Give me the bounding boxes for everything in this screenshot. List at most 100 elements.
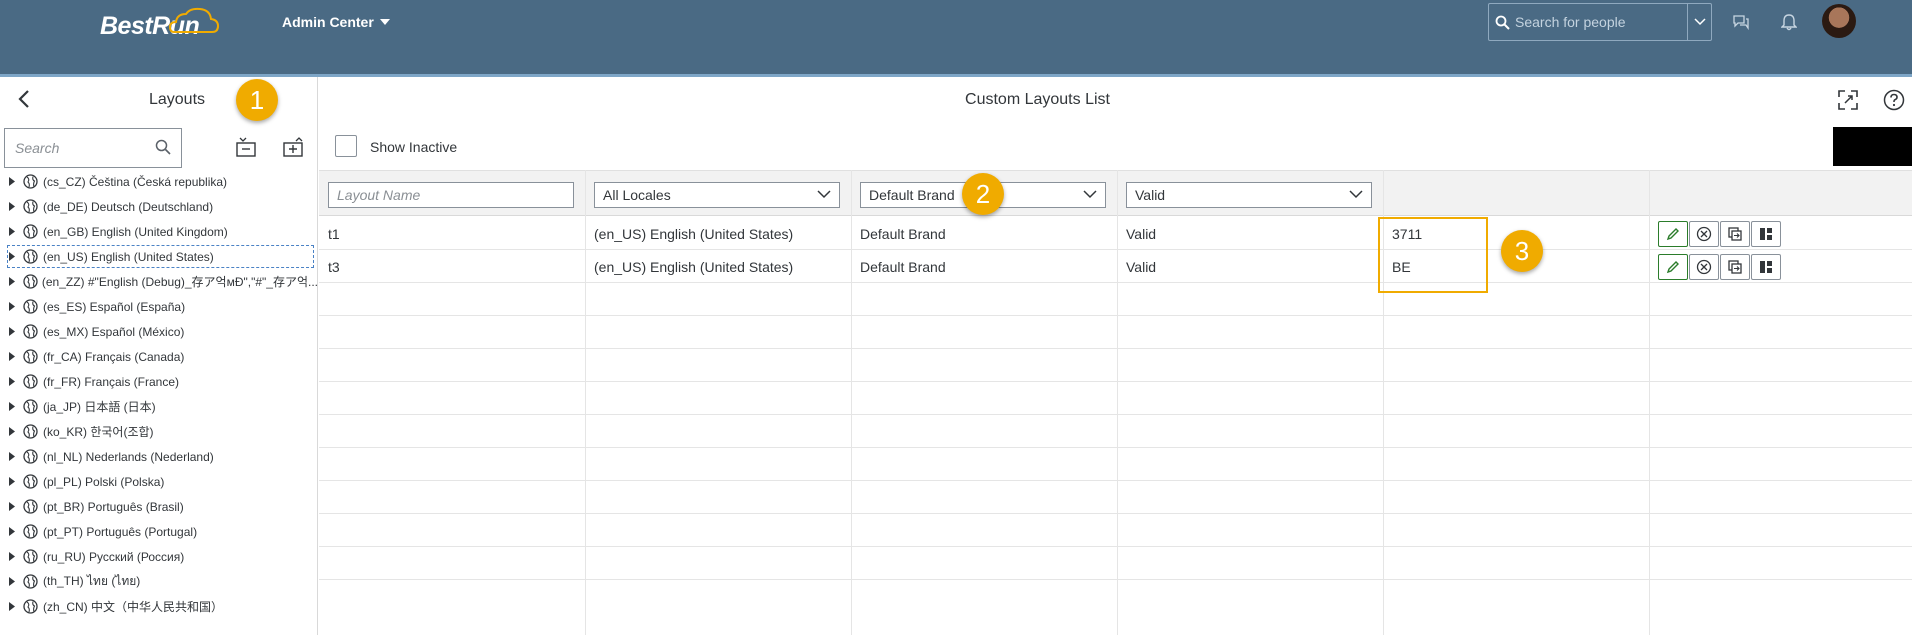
help-button[interactable] <box>1881 87 1907 113</box>
tree-item-locale[interactable]: (ja_JP) 日本語 (日本) <box>0 394 318 419</box>
page-title: Custom Layouts List <box>965 91 1110 108</box>
tree-item-locale[interactable]: (en_GB) English (United Kingdom) <box>0 219 318 244</box>
show-inactive-checkbox[interactable] <box>335 135 357 157</box>
status-filter-value: Valid <box>1135 187 1166 203</box>
tree-item-locale[interactable]: (th_TH) ไทย (ไทย) <box>0 569 318 594</box>
expand-caret-icon[interactable] <box>9 377 21 386</box>
tree-item-label: (cs_CZ) Čeština (Česká republika) <box>43 174 228 189</box>
people-search-input[interactable] <box>1515 14 1675 30</box>
layout-search-field[interactable] <box>4 128 182 168</box>
tree-item-locale[interactable]: (fr_CA) Français (Canada) <box>0 344 318 369</box>
globe-icon <box>23 574 39 590</box>
expand-caret-icon[interactable] <box>9 452 21 461</box>
expand-caret-icon[interactable] <box>9 602 21 611</box>
toolbar-action-button[interactable] <box>1833 127 1912 166</box>
layouts-table: All Locales Default Brand Valid 2 t1 (en_… <box>319 170 1912 635</box>
cell-status: Valid <box>1126 226 1157 242</box>
deactivate-layout-button[interactable] <box>1689 254 1719 280</box>
bell-icon[interactable] <box>1779 12 1799 32</box>
status-filter-select[interactable]: Valid <box>1126 182 1372 208</box>
layout-layout-button[interactable] <box>1751 254 1781 280</box>
column-divider <box>851 170 852 635</box>
locale-filter-select[interactable]: All Locales <box>594 182 840 208</box>
globe-icon <box>22 274 38 290</box>
chevron-down-icon <box>1349 190 1363 199</box>
tree-item-label: (es_MX) Español (México) <box>43 324 185 339</box>
expand-caret-icon[interactable] <box>9 177 21 186</box>
admin-center-menu[interactable]: Admin Center <box>282 14 390 30</box>
layouts-panel-header: Layouts 1 <box>0 77 318 125</box>
avatar[interactable] <box>1822 4 1856 38</box>
expand-caret-icon[interactable] <box>9 502 21 511</box>
layout-icon <box>1759 227 1773 241</box>
app-title-label: Admin Center <box>282 14 374 30</box>
cell-name: t1 <box>328 226 340 242</box>
tree-item-locale[interactable]: (pt_PT) Português (Portugal) <box>0 519 318 544</box>
tree-item-locale[interactable]: (zh_CN) 中文（中华人民共和国） <box>0 594 318 619</box>
expand-caret-icon[interactable] <box>9 202 21 211</box>
search-scope-dropdown[interactable] <box>1687 4 1711 40</box>
cell-locale: (en_US) English (United States) <box>594 259 794 275</box>
tree-item-locale[interactable]: (es_MX) Español (México) <box>0 319 318 344</box>
tree-item-locale[interactable]: (en_US) English (United States) <box>6 244 315 269</box>
expand-caret-icon[interactable] <box>9 427 21 436</box>
copy-layout-button[interactable] <box>1720 254 1750 280</box>
expand-caret-icon[interactable] <box>9 577 21 586</box>
copy-icon <box>1727 259 1743 275</box>
tree-item-label: (ko_KR) 한국어(조합) <box>43 425 154 439</box>
layout-name-filter[interactable] <box>328 182 574 208</box>
cell-locale: (en_US) English (United States) <box>594 226 794 242</box>
tree-item-locale[interactable]: (de_DE) Deutsch (Deutschland) <box>0 194 318 219</box>
layout-search-input[interactable] <box>15 140 155 156</box>
table-row <box>319 382 1912 415</box>
tree-item-locale[interactable]: (fr_FR) Français (France) <box>0 369 318 394</box>
expand-all-button[interactable] <box>279 133 307 161</box>
globe-icon <box>23 549 39 565</box>
table-row[interactable]: t1 (en_US) English (United States) Default… <box>319 217 1912 250</box>
expand-caret-icon[interactable] <box>9 327 21 336</box>
people-search-field[interactable] <box>1488 3 1712 41</box>
tree-item-label: (th_TH) ไทย (ไทย) <box>43 574 141 588</box>
show-inactive-label[interactable]: Show Inactive <box>370 139 457 155</box>
help-icon <box>1883 89 1905 111</box>
expand-caret-icon[interactable] <box>9 552 21 561</box>
cell-brand: Default Brand <box>860 226 946 242</box>
tree-item-locale[interactable]: (cs_CZ) Čeština (Česká republika) <box>0 169 318 194</box>
edit-layout-button[interactable] <box>1658 221 1688 247</box>
tree-item-locale[interactable]: (pt_BR) Português (Brasil) <box>0 494 318 519</box>
tree-item-label: (es_ES) Español (España) <box>43 299 186 314</box>
expand-caret-icon[interactable] <box>9 477 21 486</box>
globe-icon <box>23 449 39 465</box>
custom-layouts-panel: Custom Layouts List Show Inactive All Lo… <box>319 77 1912 635</box>
table-row[interactable]: t3 (en_US) English (United States) Default… <box>319 250 1912 283</box>
expand-caret-icon[interactable] <box>9 227 21 236</box>
tree-item-locale[interactable]: (ko_KR) 한국어(조합) <box>0 419 318 444</box>
tree-item-locale[interactable]: (es_ES) Español (España) <box>0 294 318 319</box>
table-row <box>319 349 1912 382</box>
layout-layout-button[interactable] <box>1751 221 1781 247</box>
layout-name-filter-input[interactable] <box>337 187 527 203</box>
expand-caret-icon[interactable] <box>9 352 21 361</box>
layouts-panel: Layouts 1 (cs_CZ) Čeština (Česká republi… <box>0 77 318 635</box>
collapse-all-button[interactable] <box>232 133 260 161</box>
expand-caret-icon[interactable] <box>9 277 21 286</box>
tree-item-locale[interactable]: (ru_RU) Русский (Россия) <box>0 544 318 569</box>
tree-item-locale[interactable]: (en_ZZ) #"English (Debug)_存ア억мÐ","#"_存ア억… <box>0 269 318 294</box>
expand-caret-icon[interactable] <box>9 302 21 311</box>
copy-layout-button[interactable] <box>1720 221 1750 247</box>
deactivate-layout-button[interactable] <box>1689 221 1719 247</box>
chat-icon[interactable] <box>1731 12 1751 32</box>
chevron-down-icon <box>817 190 831 199</box>
fullscreen-button[interactable] <box>1835 87 1861 113</box>
layouts-title: Layouts <box>148 91 206 108</box>
search-icon[interactable] <box>155 139 171 158</box>
edit-layout-button[interactable] <box>1658 254 1688 280</box>
expand-caret-icon[interactable] <box>9 402 21 411</box>
expand-caret-icon[interactable] <box>9 527 21 536</box>
tree-item-locale[interactable]: (nl_NL) Nederlands (Nederland) <box>0 444 318 469</box>
tree-item-locale[interactable]: (pl_PL) Polski (Polska) <box>0 469 318 494</box>
expand-caret-icon[interactable] <box>9 252 21 261</box>
table-row <box>319 415 1912 448</box>
filter-row: All Locales Default Brand Valid 2 <box>319 170 1912 216</box>
table-row <box>319 316 1912 349</box>
